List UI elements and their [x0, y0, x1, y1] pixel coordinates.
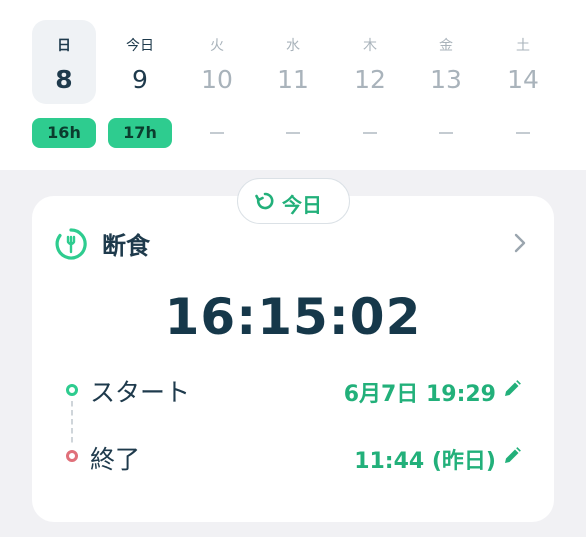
day-of-week-label: 水 [286, 38, 300, 54]
day-today-9[interactable]: 今日 9 [108, 20, 172, 104]
start-time-value[interactable]: 6月7日 19:29 [344, 376, 496, 408]
no-data-dash [363, 132, 377, 134]
no-data-dash [286, 132, 300, 134]
refresh-icon [255, 192, 274, 210]
day-fri-13[interactable]: 金 13 [414, 20, 478, 104]
fasting-hours-badge: 17h [108, 118, 172, 148]
today-button[interactable]: 今日 [237, 178, 350, 224]
start-label: スタート [90, 378, 191, 407]
end-time-value[interactable]: 11:44 (昨日) [354, 443, 496, 475]
day-sat-14[interactable]: 土 14 [491, 20, 555, 104]
timeline-connector [71, 401, 73, 445]
fasting-hours-badge: 16h [32, 118, 96, 148]
day-of-week-label: 木 [363, 38, 377, 54]
fasting-timer-icon [55, 228, 87, 260]
day-of-week-label: 土 [516, 38, 530, 54]
day-of-week-label: 日 [57, 38, 71, 54]
day-number: 12 [354, 65, 386, 94]
day-of-week-label: 今日 [126, 38, 154, 54]
day-of-week-label: 火 [210, 38, 224, 54]
day-thu-12[interactable]: 木 12 [338, 20, 402, 104]
day-number: 11 [277, 65, 309, 94]
today-button-label: 今日 [282, 193, 322, 217]
day-number: 13 [430, 65, 462, 94]
no-data-dash [210, 132, 224, 134]
end-dot [66, 450, 78, 462]
day-of-week-label: 金 [439, 38, 453, 54]
fasting-timer: 16:15:02 [164, 288, 422, 346]
no-data-dash [516, 132, 530, 134]
day-wed-11[interactable]: 水 11 [261, 20, 325, 104]
fasting-card[interactable]: 断食 16:15:02 スタート 6月7日 19:29 終了 11:44 (昨日… [32, 196, 554, 522]
start-dot [66, 384, 78, 396]
chevron-right-icon[interactable] [512, 232, 528, 254]
day-number: 8 [55, 65, 73, 94]
week-strip: 日 8 今日 9 火 10 水 11 木 12 金 13 土 14 16h 17… [0, 0, 586, 170]
day-sun-8[interactable]: 日 8 [32, 20, 96, 104]
no-data-dash [439, 132, 453, 134]
day-tue-10[interactable]: 火 10 [185, 20, 249, 104]
card-title: 断食 [102, 232, 150, 260]
edit-pencil-icon[interactable] [502, 446, 522, 466]
end-label: 終了 [90, 445, 141, 474]
day-number: 10 [201, 65, 233, 94]
edit-pencil-icon[interactable] [502, 379, 522, 399]
day-number: 9 [132, 65, 148, 94]
day-number: 14 [507, 65, 539, 94]
